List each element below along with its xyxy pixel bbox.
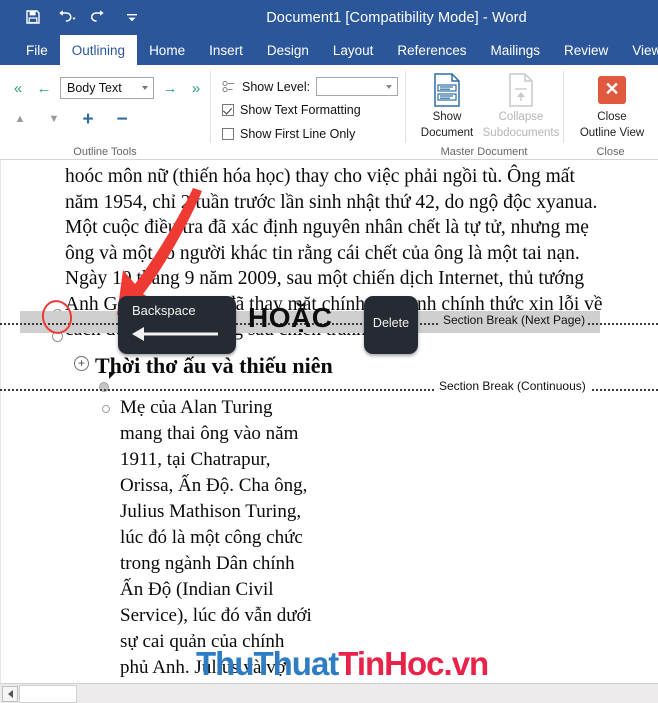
promote-button[interactable]: ← bbox=[34, 78, 54, 98]
word-application-window: Document1 [Compatibility Mode] - Word Fi… bbox=[0, 0, 658, 703]
title-bar: Document1 [Compatibility Mode] - Word bbox=[0, 0, 658, 35]
tab-design[interactable]: Design bbox=[255, 35, 321, 65]
backspace-key-label: Backspace bbox=[132, 303, 196, 318]
chevron-down-icon bbox=[386, 84, 393, 89]
outline-level-style-box[interactable]: Body Text bbox=[60, 77, 154, 99]
close-outline-view-button[interactable]: ✕ Close Outline View bbox=[573, 71, 651, 141]
outline-view-canvas[interactable]: hoóc môn nữ (thiến hóa học) thay cho việ… bbox=[0, 160, 658, 683]
document-body-paragraph[interactable]: Mẹ của Alan Turing mang thai ông vào năm… bbox=[120, 395, 312, 683]
or-label: HOẶC bbox=[248, 302, 333, 333]
show-first-line-only-checkbox[interactable] bbox=[222, 128, 234, 140]
show-document-label-line2: Document bbox=[420, 126, 474, 139]
site-watermark: ThuThuatTinHoc.vn bbox=[196, 645, 489, 683]
demote-to-body-text-button[interactable]: » bbox=[186, 78, 206, 98]
show-text-formatting-label: Show Text Formatting bbox=[240, 103, 361, 117]
tab-view[interactable]: View bbox=[620, 35, 658, 65]
tab-insert[interactable]: Insert bbox=[197, 35, 255, 65]
show-level-label: Show Level: bbox=[242, 79, 311, 94]
horizontal-scroll-thumb[interactable] bbox=[19, 685, 77, 703]
document-heading[interactable]: Thời thơ ấu và thiếu niên bbox=[95, 353, 333, 379]
tab-home[interactable]: Home bbox=[137, 35, 197, 65]
ribbon-group-outline-tools: « ← Body Text → » ▲ ▼ + − Outline Tools bbox=[0, 65, 210, 160]
delete-key-graphic: Delete bbox=[364, 296, 418, 354]
collapse-button[interactable]: − bbox=[112, 109, 132, 129]
section-break-next-page-label: Section Break (Next Page) bbox=[440, 313, 589, 327]
tab-layout[interactable]: Layout bbox=[321, 35, 386, 65]
canvas-left-border bbox=[0, 160, 1, 683]
move-down-button[interactable]: ▼ bbox=[44, 109, 64, 129]
backspace-arrow-icon bbox=[132, 326, 220, 347]
close-outline-view-icon: ✕ bbox=[598, 71, 626, 109]
watermark-text-blue: ThuThuat bbox=[196, 645, 339, 682]
move-up-button[interactable]: ▲ bbox=[10, 109, 30, 129]
ribbon-group-close: ✕ Close Outline View Close bbox=[563, 65, 658, 160]
close-outline-view-label-line1: Close bbox=[597, 111, 627, 123]
show-text-formatting-row[interactable]: Show Text Formatting bbox=[222, 103, 361, 117]
document-title: Document1 [Compatibility Mode] - Word bbox=[266, 9, 527, 26]
delete-key-label: Delete bbox=[372, 316, 410, 330]
tab-outlining[interactable]: Outlining bbox=[59, 35, 138, 65]
expand-collapse-heading-icon[interactable]: + bbox=[74, 356, 89, 371]
collapse-subdocuments-label-line1: Collapse bbox=[498, 111, 544, 123]
ribbon: « ← Body Text → » ▲ ▼ + − Outline Tools bbox=[0, 65, 658, 160]
show-text-formatting-checkbox[interactable] bbox=[222, 104, 234, 116]
demote-button[interactable]: → bbox=[160, 78, 180, 98]
horizontal-scrollbar[interactable] bbox=[0, 683, 658, 703]
group-label-close: Close bbox=[596, 146, 625, 158]
scroll-left-button[interactable] bbox=[2, 686, 18, 702]
collapse-subdocuments-label-line2: Subdocuments bbox=[482, 126, 560, 139]
outline-bullet-body-paragraph[interactable] bbox=[102, 405, 110, 413]
tab-file[interactable]: File bbox=[14, 35, 60, 65]
show-first-line-only-label: Show First Line Only bbox=[240, 127, 356, 141]
ribbon-group-show-level: Show Level: Show Text Formatting Show Fi… bbox=[210, 65, 405, 160]
chevron-down-icon bbox=[142, 86, 148, 90]
group-label-outline-tools: Outline Tools bbox=[73, 146, 137, 158]
show-document-icon bbox=[432, 71, 462, 109]
collapse-subdocuments-button: Collapse Subdocuments bbox=[482, 71, 560, 141]
show-document-button[interactable]: Show Document bbox=[411, 71, 483, 141]
tab-review[interactable]: Review bbox=[552, 35, 620, 65]
selection-marker-icon bbox=[109, 372, 116, 379]
watermark-text-red: TinHoc.vn bbox=[338, 645, 489, 682]
close-outline-view-label-line2: Outline View bbox=[579, 126, 645, 139]
promote-to-heading-1-button[interactable]: « bbox=[8, 78, 28, 98]
outline-level-value: Body Text bbox=[67, 81, 122, 95]
show-document-label-line1: Show bbox=[432, 111, 462, 123]
show-first-line-only-row[interactable]: Show First Line Only bbox=[222, 127, 355, 141]
tab-references[interactable]: References bbox=[385, 35, 478, 65]
show-level-icon bbox=[222, 80, 235, 92]
show-level-dropdown[interactable] bbox=[316, 77, 399, 96]
tab-mailings[interactable]: Mailings bbox=[478, 35, 552, 65]
group-label-master-document: Master Document bbox=[440, 146, 528, 158]
backspace-key-graphic: Backspace bbox=[118, 296, 236, 354]
expand-button[interactable]: + bbox=[78, 109, 98, 129]
ribbon-group-master-document: Show Document Collapse Subdocuments Mast… bbox=[405, 65, 563, 160]
section-break-continuous-label: Section Break (Continuous) bbox=[435, 379, 590, 393]
collapse-subdocuments-icon bbox=[508, 71, 534, 109]
ribbon-tab-strip: File Outlining Home Insert Design Layout… bbox=[0, 35, 658, 65]
